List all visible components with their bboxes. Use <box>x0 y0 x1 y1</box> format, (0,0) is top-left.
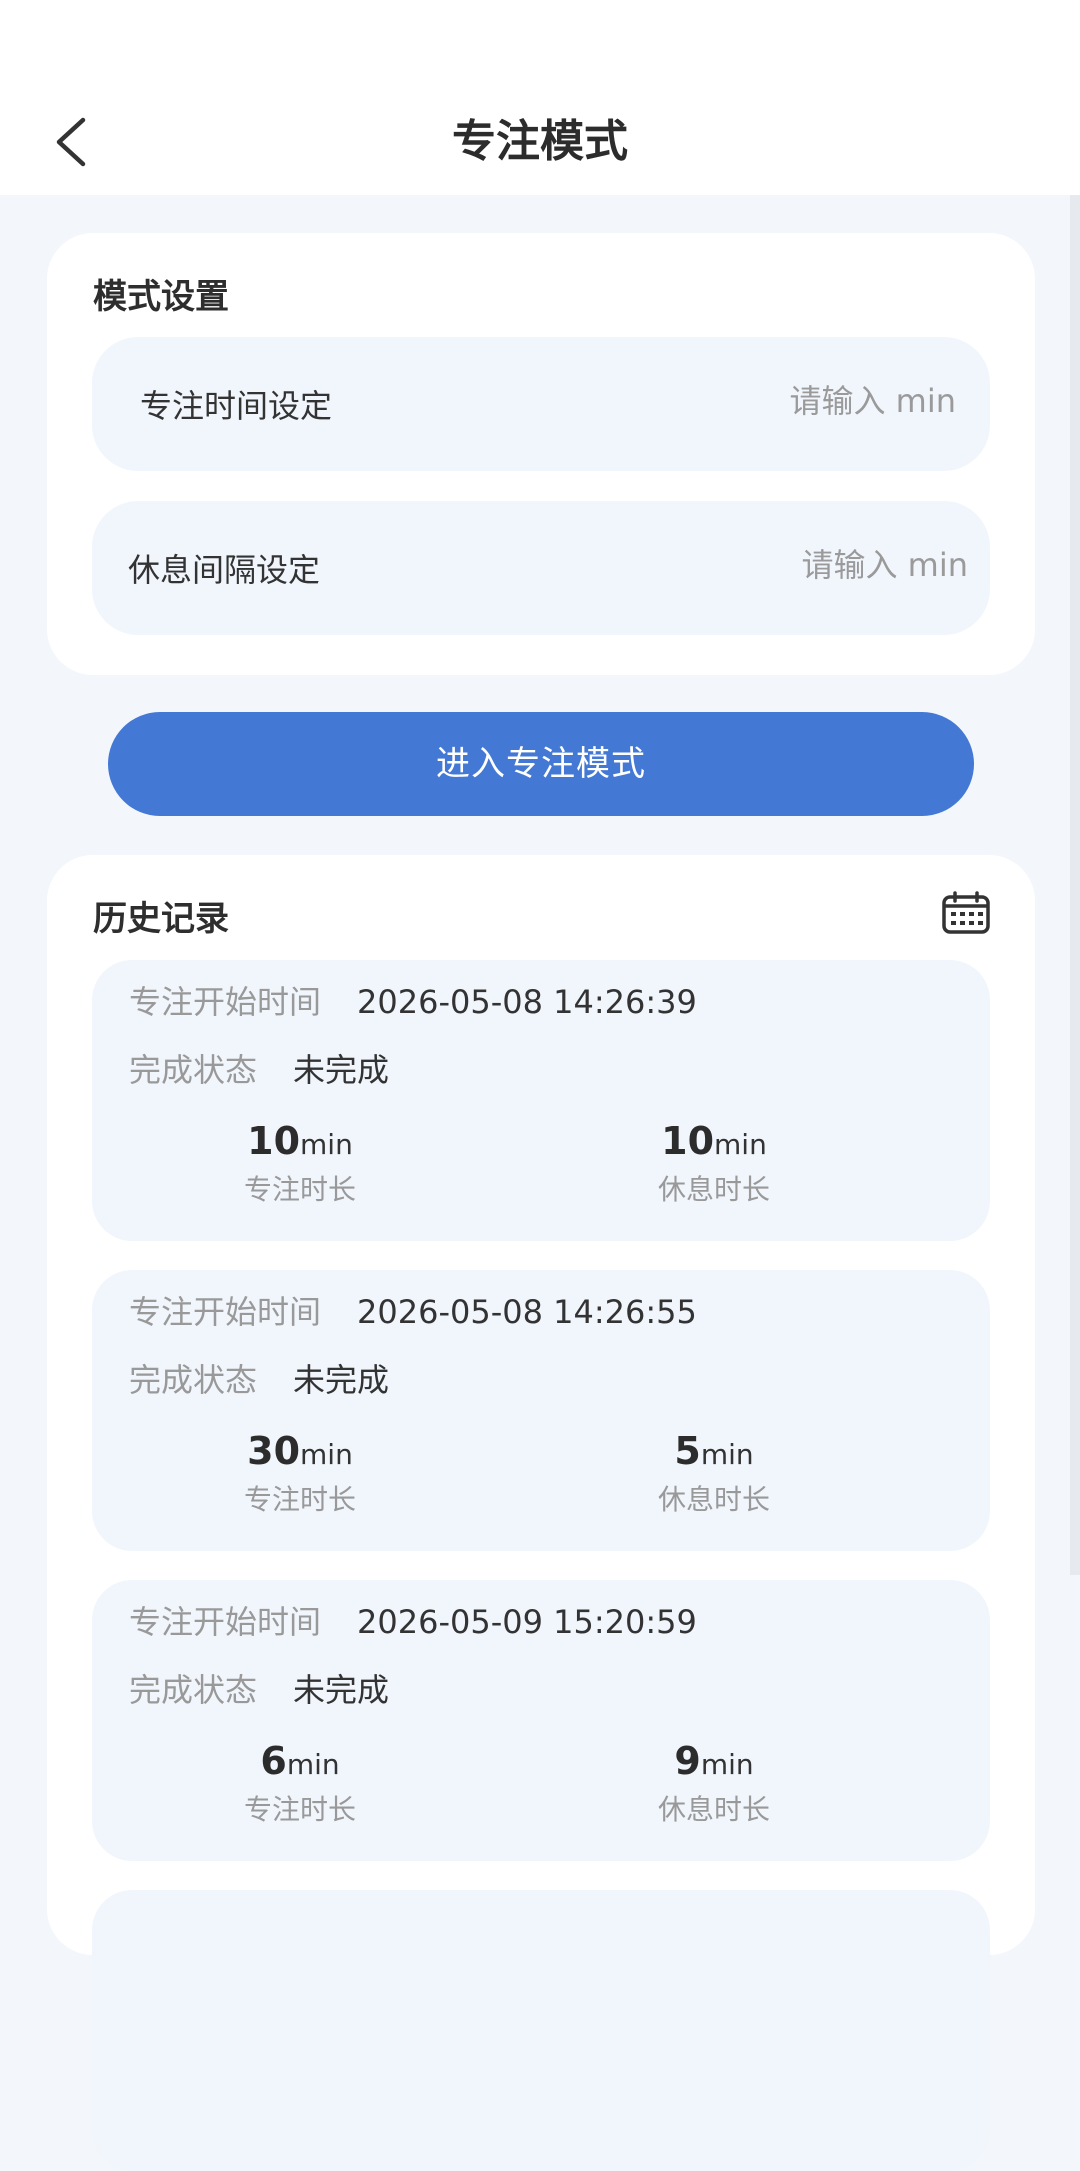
status-value: 未完成 <box>293 1051 390 1089</box>
focus-duration-label: 专注时长 <box>243 1793 356 1826</box>
nav-bar: 专注模式 <box>0 90 1080 195</box>
focus-duration-unit: min <box>286 1748 340 1781</box>
focus-duration-label: 专注时长 <box>243 1173 356 1206</box>
enter-focus-mode-button[interactable]: 进入专注模式 <box>108 712 974 816</box>
history-record[interactable]: 专注开始时间 2026-05-09 15:20:59 完成状态 未完成 6min 专… <box>92 1580 990 1861</box>
status-label: 完成状态 <box>129 1671 258 1709</box>
focus-duration-value: 6 <box>260 1739 287 1783</box>
focus-duration-stat: 6min 专注时长 <box>180 1738 420 1830</box>
rest-duration-stat: 9min 休息时长 <box>594 1738 834 1830</box>
rest-duration-value: 10 <box>661 1119 715 1163</box>
rest-duration-unit: min <box>714 1128 767 1161</box>
focus-time-label: 专注时间设定 <box>140 387 333 425</box>
rest-interval-field[interactable]: 休息间隔设定 <box>92 501 990 635</box>
rest-duration-unit: min <box>700 1438 754 1471</box>
status-value: 未完成 <box>293 1361 390 1399</box>
status-label: 完成状态 <box>129 1051 258 1089</box>
history-record[interactable]: 专注开始时间 2026-05-08 14:26:55 完成状态 未完成 30min … <box>92 1270 990 1551</box>
focus-duration-value: 10 <box>247 1119 301 1163</box>
rest-duration-value: 9 <box>674 1739 701 1783</box>
rest-interval-input[interactable] <box>638 535 968 595</box>
settings-card: 模式设置 专注时间设定 休息间隔设定 <box>47 233 1035 675</box>
rest-duration-label: 休息时长 <box>657 1793 770 1826</box>
history-section-title: 历史记录 <box>93 899 229 939</box>
rest-duration-stat: 5min 休息时长 <box>594 1428 834 1520</box>
rest-interval-label: 休息间隔设定 <box>128 551 321 589</box>
focus-duration-stat: 30min 专注时长 <box>180 1428 420 1520</box>
focus-duration-stat: 10min 专注时长 <box>180 1118 420 1210</box>
status-value: 未完成 <box>293 1671 390 1709</box>
focus-time-field[interactable]: 专注时间设定 <box>92 337 990 471</box>
page-title: 专注模式 <box>452 116 628 167</box>
start-time-value: 2026-05-08 14:26:39 <box>357 983 697 1021</box>
rest-duration-label: 休息时长 <box>657 1173 770 1206</box>
rest-duration-unit: min <box>700 1748 754 1781</box>
scrollbar-thumb[interactable] <box>1070 195 1080 1575</box>
status-label: 完成状态 <box>129 1361 258 1399</box>
rest-duration-label: 休息时长 <box>657 1483 770 1516</box>
start-time-value: 2026-05-08 14:26:55 <box>357 1293 697 1331</box>
history-record[interactable] <box>92 1890 990 2171</box>
scrollbar[interactable] <box>1070 195 1080 1920</box>
status-bar <box>0 0 1080 90</box>
rest-duration-stat: 10min 休息时长 <box>594 1118 834 1210</box>
rest-duration-value: 5 <box>674 1429 701 1473</box>
calendar-button[interactable] <box>941 891 991 935</box>
start-time-label: 专注开始时间 <box>129 1293 322 1331</box>
focus-time-input[interactable] <box>626 371 956 431</box>
calendar-icon <box>942 891 990 934</box>
start-time-label: 专注开始时间 <box>129 1603 322 1641</box>
focus-duration-unit: min <box>300 1128 353 1161</box>
focus-duration-value: 30 <box>247 1429 301 1473</box>
start-time-value: 2026-05-09 15:20:59 <box>357 1603 697 1641</box>
history-record[interactable]: 专注开始时间 2026-05-08 14:26:39 完成状态 未完成 10min … <box>92 960 990 1241</box>
focus-duration-label: 专注时长 <box>243 1483 356 1516</box>
focus-duration-unit: min <box>300 1438 353 1471</box>
settings-section-title: 模式设置 <box>93 277 229 317</box>
history-card: 历史记录 专注开始时间 2026-05-08 14:26:39 完成状态 未完成 1… <box>47 855 1035 2171</box>
start-time-label: 专注开始时间 <box>129 983 322 1021</box>
